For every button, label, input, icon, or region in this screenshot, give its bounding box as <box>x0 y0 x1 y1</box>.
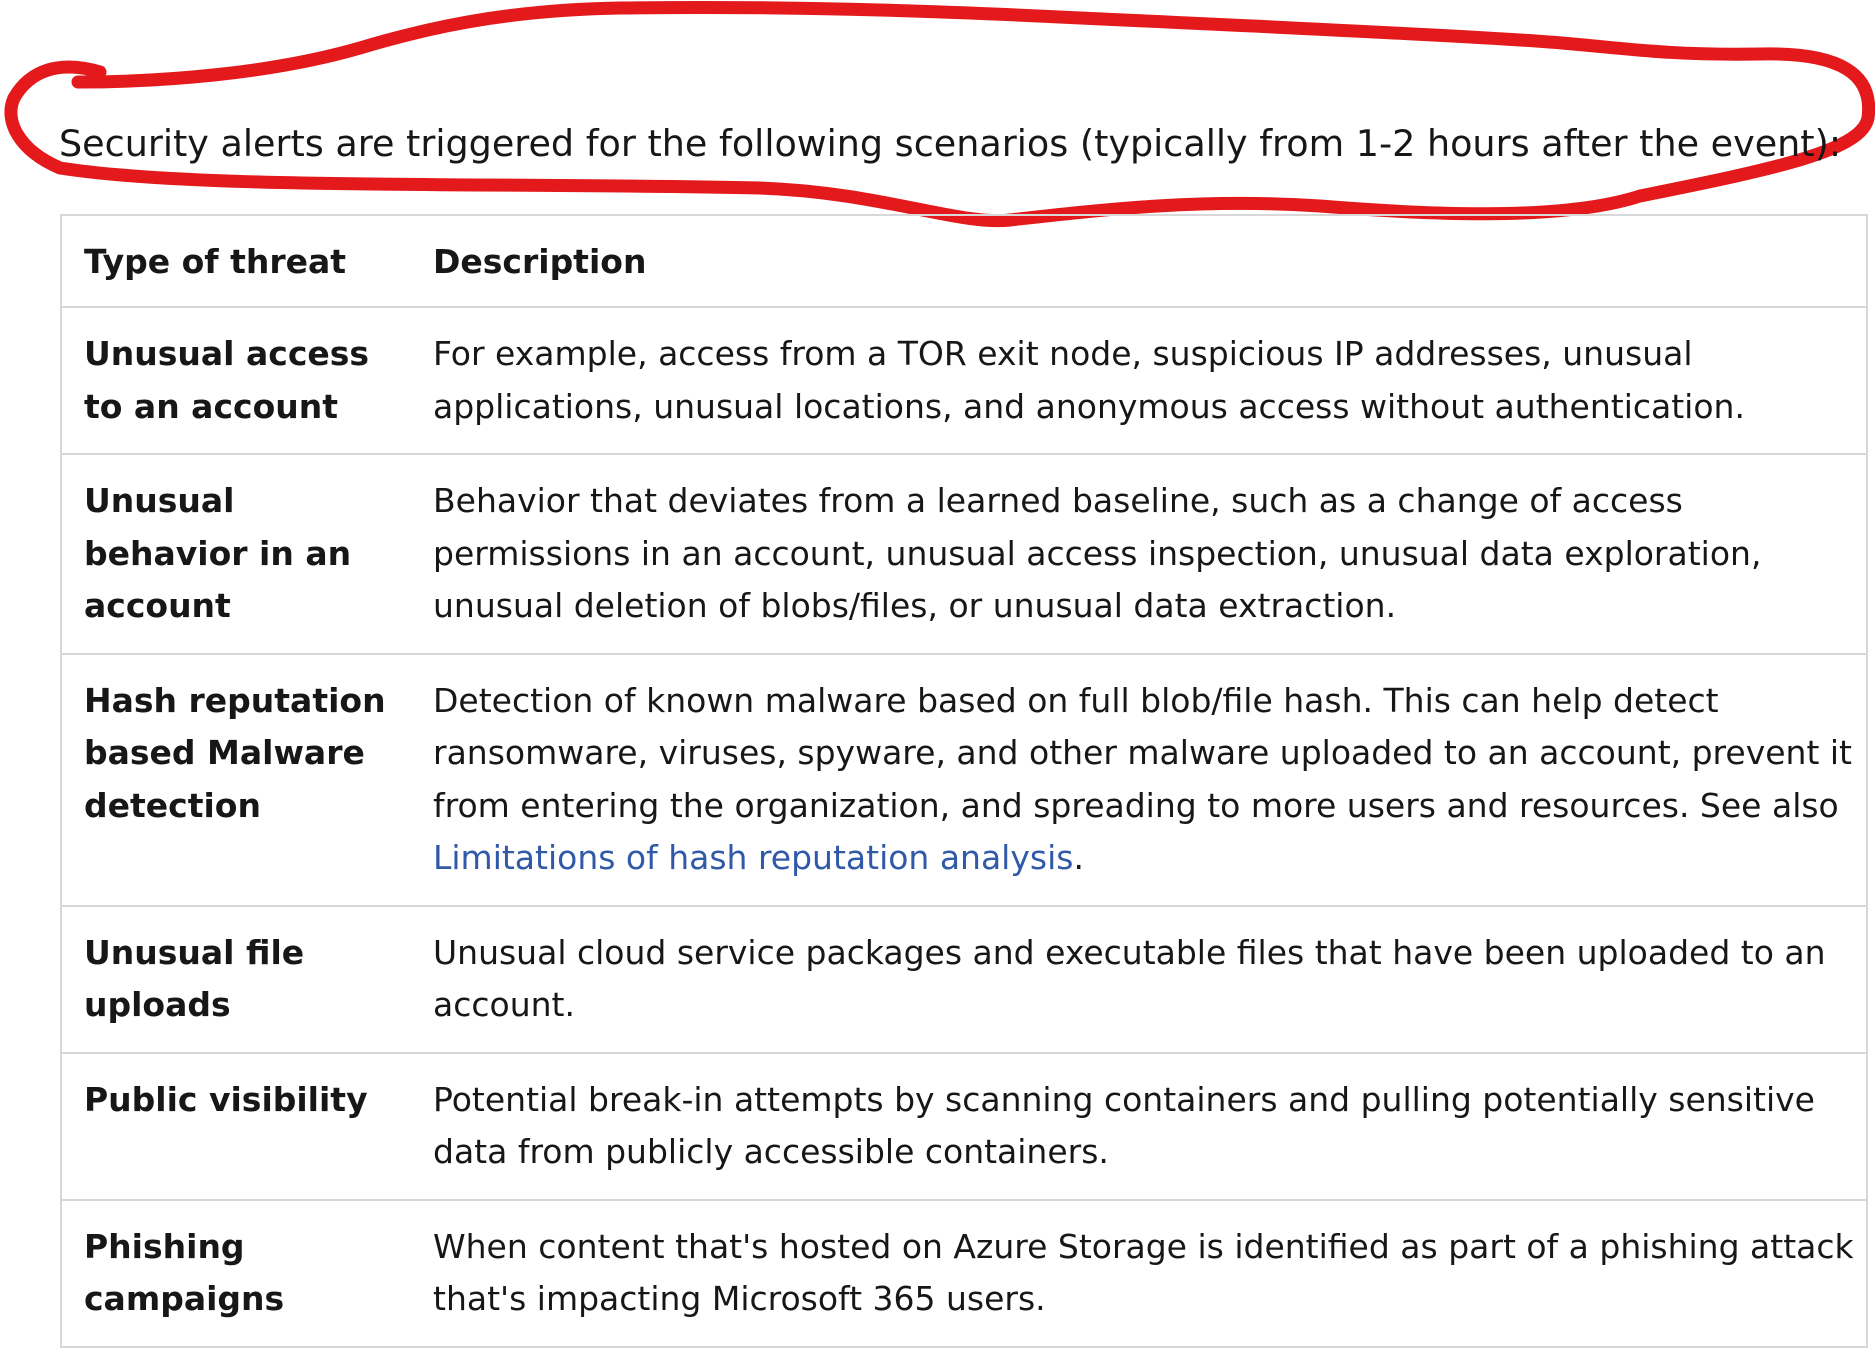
description-text: Detection of known malware based on full… <box>433 680 1852 825</box>
threat-type-cell: Phishing campaigns <box>61 1198 411 1347</box>
table-row: Hash reputation based Malware detection … <box>61 652 1867 906</box>
threat-description-cell: Potential break-in attempts by scanning … <box>411 1051 1867 1200</box>
threat-table: Type of threat Description Unusual acces… <box>60 214 1868 1348</box>
table-row: Public visibility Potential break-in att… <box>61 1051 1867 1200</box>
threat-description-cell: For example, access from a TOR exit node… <box>411 306 1867 454</box>
table-header-row: Type of threat Description <box>61 214 1867 307</box>
threat-description-cell: Unusual cloud service packages and execu… <box>411 904 1867 1053</box>
threat-description-cell: Behavior that deviates from a learned ba… <box>411 453 1867 654</box>
threat-type-cell: Unusual file uploads <box>61 904 411 1053</box>
threat-type-cell: Unusual access to an account <box>61 306 411 454</box>
intro-paragraph: Security alerts are triggered for the fo… <box>59 122 1842 165</box>
table-row: Unusual access to an account For example… <box>61 306 1867 454</box>
threat-type-cell: Hash reputation based Malware detection <box>61 652 411 906</box>
threat-type-cell: Unusual behavior in an account <box>61 453 411 654</box>
table-row: Unusual file uploads Unusual cloud servi… <box>61 904 1867 1053</box>
header-type-of-threat: Type of threat <box>61 214 411 307</box>
threat-description-cell: When content that's hosted on Azure Stor… <box>411 1198 1867 1347</box>
description-suffix: . <box>1073 838 1084 877</box>
threat-description-cell: Detection of known malware based on full… <box>411 652 1867 906</box>
table-row: Phishing campaigns When content that's h… <box>61 1198 1867 1347</box>
table-row: Unusual behavior in an account Behavior … <box>61 453 1867 654</box>
hash-reputation-limitations-link[interactable]: Limitations of hash reputation analysis <box>433 838 1073 877</box>
threat-type-cell: Public visibility <box>61 1051 411 1200</box>
header-description: Description <box>411 214 1867 307</box>
